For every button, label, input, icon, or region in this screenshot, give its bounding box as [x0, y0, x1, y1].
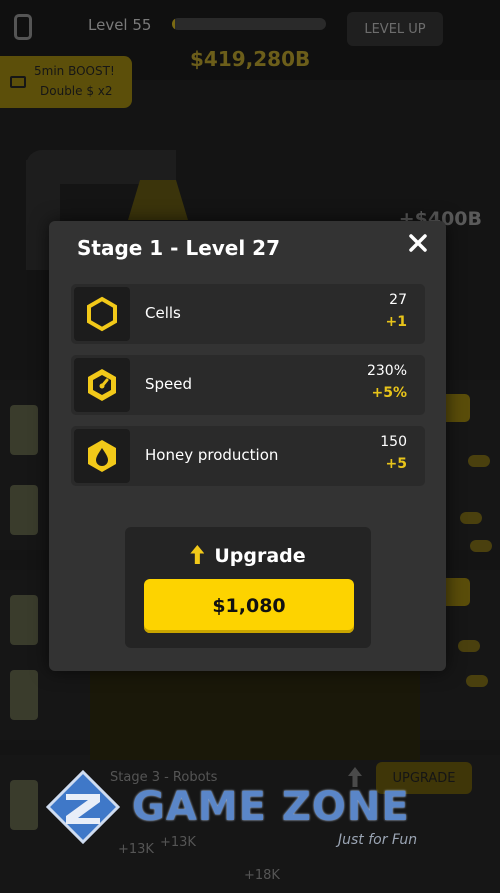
arrow-up-icon	[190, 545, 205, 564]
upgrade-price-button[interactable]: $1,080	[144, 579, 354, 633]
earning-popup: +18K	[244, 868, 280, 883]
honey-drop-icon	[88, 440, 116, 472]
close-icon[interactable]	[406, 231, 430, 255]
stat-icon-box	[74, 429, 130, 483]
phone-vibrate-icon[interactable]	[14, 14, 32, 40]
stage-thumbnail	[10, 485, 38, 535]
stat-name: Cells	[145, 304, 181, 322]
stage-thumbnail	[10, 780, 38, 830]
stat-row-cells: Cells 27 +1	[71, 284, 425, 344]
bee-icon	[470, 540, 492, 552]
boost-subtitle: Double $ x2	[40, 84, 113, 98]
honey-funnel	[128, 180, 188, 220]
level-progress-bar	[172, 18, 326, 30]
watermark-tagline: Just for Fun	[338, 832, 418, 848]
stat-row-speed: Speed 230% +5%	[71, 355, 425, 415]
stage-title: Stage 3 - Robots	[110, 770, 218, 785]
upgrade-heading-label: Upgrade	[214, 545, 306, 567]
bee-icon	[460, 512, 482, 524]
stat-increment: +5%	[371, 385, 408, 401]
stat-value: 230%	[366, 363, 407, 379]
stat-increment: +5	[385, 456, 407, 472]
boost-title: 5min BOOST!	[34, 64, 115, 78]
stat-value: 150	[380, 434, 407, 450]
stat-increment: +1	[385, 314, 407, 330]
stage-thumbnail	[10, 670, 38, 720]
level-label: Level 55	[88, 16, 152, 34]
stat-name: Speed	[145, 375, 193, 393]
watermark-brand: GAME ZONE	[132, 784, 410, 830]
stat-icon-box	[74, 358, 130, 412]
dialog-title: Stage 1 - Level 27	[77, 236, 281, 260]
bee-icon	[468, 455, 490, 467]
game-zone-logo-icon	[46, 770, 120, 844]
boost-button[interactable]: 5min BOOST! Double $ x2	[0, 56, 132, 108]
stat-name: Honey production	[145, 446, 279, 464]
speedometer-icon	[88, 369, 116, 401]
stage-upgrade-dialog: Stage 1 - Level 27 Cells 27 +1 Speed 230…	[49, 221, 446, 671]
video-ad-icon	[10, 76, 26, 88]
stat-icon-box	[74, 287, 130, 341]
stat-value: 27	[389, 292, 407, 308]
money-total: $419,280B	[190, 47, 311, 71]
earning-popup: +13K	[160, 835, 196, 850]
earning-popup: +13K	[118, 842, 154, 857]
stage-thumbnail	[10, 405, 38, 455]
stage-thumbnail	[10, 595, 38, 645]
hexagon-cell-icon	[87, 296, 117, 332]
upgrade-panel: Upgrade $1,080	[125, 527, 371, 648]
upgrade-heading: Upgrade	[125, 545, 371, 567]
stat-row-honey-production: Honey production 150 +5	[71, 426, 425, 486]
level-progress-fill	[172, 18, 176, 30]
bee-icon	[458, 640, 480, 652]
level-up-button[interactable]: LEVEL UP	[347, 12, 443, 46]
bee-icon	[466, 675, 488, 687]
